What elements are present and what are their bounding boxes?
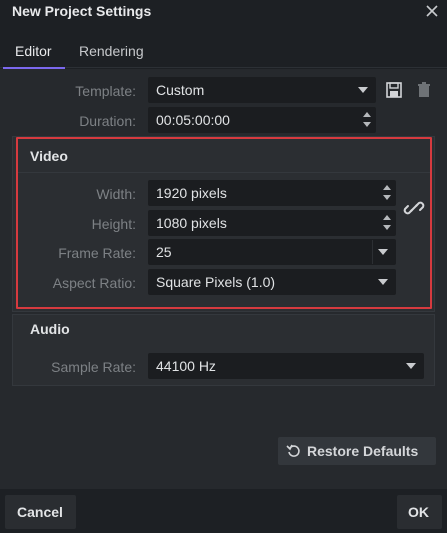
duration-stepper[interactable] — [362, 110, 372, 130]
cancel-button[interactable]: Cancel — [5, 495, 76, 529]
width-value: 1920 pixels — [156, 185, 227, 201]
cancel-label: Cancel — [17, 504, 63, 520]
width-stepper[interactable] — [382, 183, 392, 203]
duration-input[interactable]: 00:05:00:00 — [148, 107, 376, 133]
tab-rendering[interactable]: Rendering — [79, 43, 144, 59]
title-bar: New Project Settings — [0, 0, 447, 24]
trash-icon — [418, 82, 430, 97]
save-template-button[interactable] — [382, 78, 406, 102]
template-value: Custom — [156, 82, 205, 98]
aspect-ratio-select[interactable]: Square Pixels (1.0) — [148, 269, 396, 295]
frame-rate-select[interactable]: 25 — [148, 239, 396, 265]
sample-rate-select[interactable]: 44100 Hz — [148, 353, 424, 379]
frame-rate-value: 25 — [156, 244, 172, 260]
template-label: Template: — [75, 83, 136, 99]
restore-defaults-button[interactable]: Restore Defaults — [278, 437, 436, 465]
height-stepper[interactable] — [382, 213, 392, 233]
ok-label: OK — [408, 504, 429, 520]
width-input[interactable]: 1920 pixels — [148, 180, 396, 206]
sample-rate-value: 44100 Hz — [156, 358, 216, 374]
chevron-down-icon — [406, 363, 416, 369]
dialog-title: New Project Settings — [12, 3, 152, 19]
link-icon — [403, 201, 425, 215]
template-select[interactable]: Custom — [148, 77, 376, 103]
height-label: Height: — [91, 216, 136, 232]
duration-value: 00:05:00:00 — [156, 112, 230, 128]
aspect-ratio-value: Square Pixels (1.0) — [156, 274, 276, 290]
audio-heading: Audio — [30, 321, 70, 337]
ok-button[interactable]: OK — [397, 495, 442, 529]
aspect-ratio-label: Aspect Ratio: — [52, 275, 136, 291]
chevron-down-icon — [378, 279, 388, 285]
height-value: 1080 pixels — [156, 215, 227, 231]
chevron-down-icon — [378, 249, 388, 255]
height-input[interactable]: 1080 pixels — [148, 210, 396, 236]
link-dimensions-button[interactable] — [402, 196, 426, 220]
frame-rate-label: Frame Rate: — [58, 245, 136, 261]
restore-defaults-label: Restore Defaults — [307, 443, 419, 459]
tab-bar: Editor Rendering — [0, 36, 447, 69]
save-icon — [386, 82, 402, 98]
duration-label: Duration: — [79, 113, 136, 129]
close-icon[interactable] — [423, 2, 441, 20]
chevron-down-icon — [358, 87, 368, 93]
width-label: Width: — [96, 186, 136, 202]
tab-editor[interactable]: Editor — [15, 43, 52, 59]
divider — [18, 172, 430, 173]
sample-rate-label: Sample Rate: — [51, 359, 136, 375]
delete-template-button[interactable] — [412, 78, 436, 102]
video-heading: Video — [30, 148, 68, 164]
restore-icon — [286, 444, 300, 457]
